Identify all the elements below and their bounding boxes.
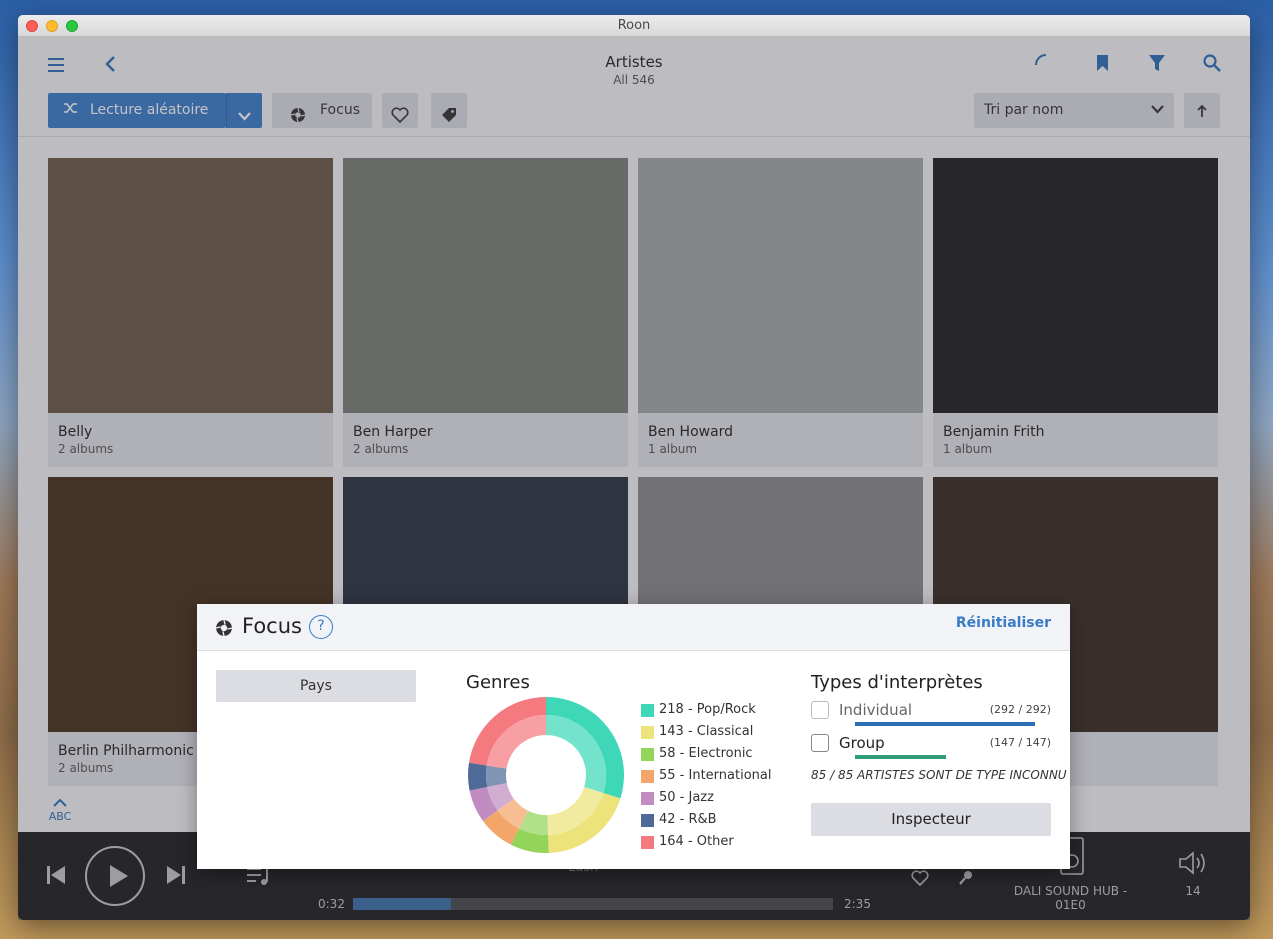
close-window-button[interactable] <box>26 20 38 32</box>
type-label: Group <box>839 734 885 752</box>
focus-title: Focus <box>242 614 302 638</box>
legend-swatch <box>641 748 654 761</box>
legend-label: 58 - Electronic <box>659 746 753 761</box>
focus-panel: Focus ? Réinitialiser Pays Genres 218 - … <box>197 604 1070 869</box>
type-label: Individual <box>839 701 913 719</box>
individual-checkbox[interactable] <box>811 701 829 719</box>
performer-types-title: Types d'interprètes <box>811 672 983 693</box>
legend-label: 55 - International <box>659 768 772 783</box>
type-share-bar <box>855 755 946 759</box>
type-count: (147 / 147) <box>989 736 1051 749</box>
legend-swatch <box>641 792 654 805</box>
genres-title: Genres <box>466 672 530 693</box>
legend-swatch <box>641 836 654 849</box>
legend-swatch <box>641 704 654 717</box>
maximize-window-button[interactable] <box>66 20 78 32</box>
aperture-icon <box>215 619 233 641</box>
legend-swatch <box>641 726 654 739</box>
focus-header: Focus ? Réinitialiser <box>197 604 1070 651</box>
country-filter-button[interactable]: Pays <box>216 670 416 702</box>
minimize-window-button[interactable] <box>46 20 58 32</box>
type-share-bar <box>855 722 1035 726</box>
genre-slice-outer[interactable] <box>468 762 488 791</box>
reset-button[interactable]: Réinitialiser <box>956 615 1051 631</box>
legend-label: 218 - Pop/Rock <box>659 702 756 717</box>
help-button[interactable]: ? <box>309 615 333 639</box>
legend-label: 42 - R&B <box>659 812 717 827</box>
performer-type-row-group[interactable]: Group (147 / 147) <box>811 734 1051 762</box>
unknown-type-note: 85 / 85 ARTISTES SONT DE TYPE INCONNU <box>811 768 1067 782</box>
type-count: (292 / 292) <box>989 703 1051 716</box>
genre-donut-chart[interactable] <box>466 695 626 855</box>
legend-label: 50 - Jazz <box>659 790 714 805</box>
title-bar: Roon <box>18 15 1250 37</box>
performer-type-row-individual[interactable]: Individual (292 / 292) <box>811 701 1051 729</box>
window-title: Roon <box>617 18 651 33</box>
legend-label: 143 - Classical <box>659 724 754 739</box>
inspector-button[interactable]: Inspecteur <box>811 803 1051 836</box>
legend-swatch <box>641 814 654 827</box>
legend-swatch <box>641 770 654 783</box>
legend-label: 164 - Other <box>659 834 734 849</box>
group-checkbox[interactable] <box>811 734 829 752</box>
